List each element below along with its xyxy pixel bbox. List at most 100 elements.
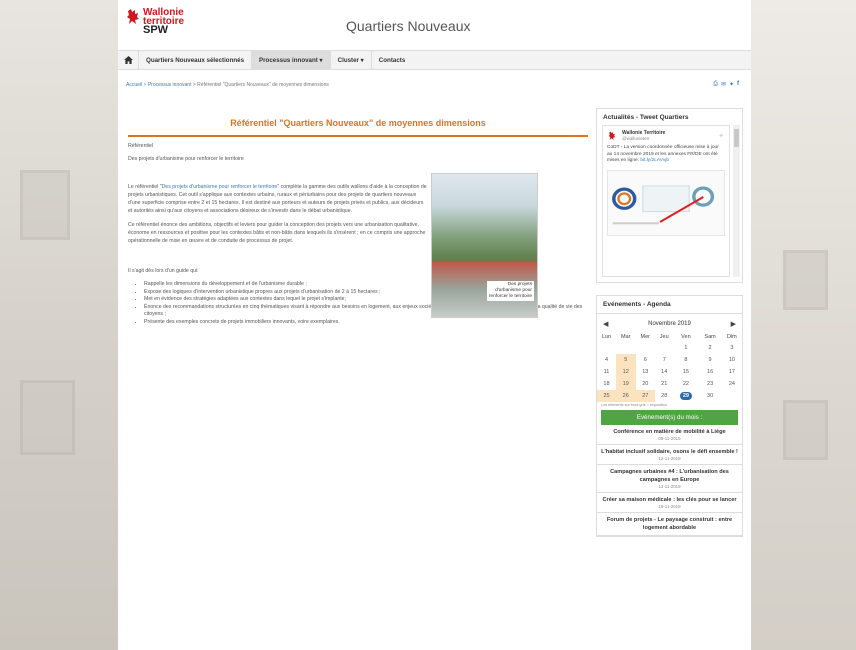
- calendar-day-event[interactable]: 12: [615, 366, 636, 378]
- main-content: Référentiel "Quartiers Nouveaux" de moye…: [128, 108, 588, 326]
- calendar-day[interactable]: 14: [655, 366, 673, 378]
- home-icon[interactable]: [118, 51, 138, 69]
- calendar-day-event[interactable]: 5: [615, 354, 636, 366]
- calendar-day[interactable]: 11: [597, 366, 616, 378]
- event-item[interactable]: Créer sa maison médicale : les clés pour…: [597, 493, 742, 513]
- tweet-handle[interactable]: @wallonieterr: [622, 136, 665, 141]
- event-name[interactable]: Conférence en matière de mobilité à Lièg…: [599, 428, 740, 436]
- site-container: Wallonie territoire SPW Quartiers Nouvea…: [118, 0, 751, 650]
- logo-line-3: SPW: [143, 24, 169, 36]
- event-item[interactable]: Forum de projets - Le paysage construit …: [597, 513, 742, 536]
- calendar-day-event[interactable]: 27: [635, 390, 656, 402]
- background-window: [783, 400, 828, 460]
- weekday-label: Lun: [601, 334, 612, 340]
- breadcrumb-parent[interactable]: Processus innovant: [148, 82, 192, 88]
- calendar-day[interactable]: 6: [636, 354, 656, 366]
- tweet-text: CoDT - La version coordonnée officieuse …: [607, 145, 719, 163]
- calendar-day[interactable]: 30: [698, 390, 721, 402]
- event-date: 12-11-2019: [658, 456, 681, 461]
- calendar-day[interactable]: 20: [636, 378, 656, 390]
- calendar-day[interactable]: 8: [673, 354, 698, 366]
- calendar-day[interactable]: 24: [722, 378, 742, 390]
- weekday-label: Mar: [620, 334, 631, 340]
- calendar-day-event[interactable]: 26: [615, 390, 636, 402]
- nav-contacts[interactable]: Contacts: [370, 51, 412, 69]
- calendar-day[interactable]: 16: [698, 366, 721, 378]
- calendar-day-event[interactable]: 19: [615, 378, 636, 390]
- tweets-scrollbar[interactable]: [733, 125, 740, 277]
- breadcrumb-home[interactable]: Accueil: [126, 82, 142, 88]
- event-name[interactable]: Créer sa maison médicale : les clés pour…: [599, 496, 740, 504]
- event-name[interactable]: L'habitat inclusif solidaire, osons le d…: [599, 448, 740, 456]
- calendar-day: [722, 390, 742, 402]
- agenda-title: Evénements - Agenda: [597, 296, 742, 314]
- nav-quartiers-selectionnes[interactable]: Quartiers Nouveaux sélectionnés: [138, 51, 251, 69]
- event-item[interactable]: Conférence en matière de mobilité à Lièg…: [597, 425, 742, 445]
- email-icon[interactable]: ✉: [721, 81, 726, 88]
- calendar-day-event[interactable]: 25: [597, 390, 616, 402]
- calendar-day[interactable]: 17: [722, 366, 742, 378]
- calendar-day: [597, 342, 616, 354]
- tweet-image[interactable]: [607, 169, 725, 236]
- weekday-label: Jeu: [659, 334, 669, 340]
- calendar-day[interactable]: 13: [636, 366, 656, 378]
- tweet-card[interactable]: Wallonie Territoire @wallonieterr ✦ CoDT…: [602, 125, 730, 277]
- twitter-icon[interactable]: ✦: [729, 81, 734, 88]
- article-subtitle: Des projets d'urbanisme pour renforcer l…: [128, 156, 244, 162]
- background-left: [0, 0, 118, 650]
- event-name[interactable]: Forum de projets - Le paysage construit …: [599, 516, 740, 532]
- referentiel-link[interactable]: Des projets d'urbanisme pour renforcer l…: [162, 184, 278, 190]
- weekday-label: Sam: [704, 334, 716, 340]
- calendar-day[interactable]: 2: [698, 342, 721, 354]
- tweet-avatar-icon: [607, 131, 617, 141]
- event-date: 19-11-2019: [658, 504, 681, 509]
- weekday-label: Dim: [726, 334, 737, 340]
- next-month-icon[interactable]: ▶: [731, 320, 736, 328]
- calendar-month: Novembre 2019: [648, 321, 691, 327]
- calendar-day[interactable]: 21: [655, 378, 673, 390]
- article-paragraph-2: Ce référentiel énonce des ambitions, obj…: [128, 222, 426, 244]
- calendar-day-today[interactable]: 29: [673, 390, 698, 402]
- article-category: Référentiel: [128, 143, 154, 149]
- event-date: 05-11-2019: [658, 436, 681, 441]
- print-icon[interactable]: ⎙: [713, 81, 718, 88]
- facebook-icon[interactable]: f: [737, 81, 739, 88]
- calendar-day: [655, 342, 673, 354]
- event-item[interactable]: Campagnes urbaines #4 : L'urbanisation d…: [597, 465, 742, 493]
- calendar-day[interactable]: 3: [722, 342, 742, 354]
- twitter-bird-icon: ✦: [718, 133, 724, 140]
- calendar-day[interactable]: 1: [673, 342, 698, 354]
- tweets-title: Actualités - Tweet Quartiers: [603, 114, 689, 121]
- calendar-day[interactable]: 10: [722, 354, 742, 366]
- calendar-day[interactable]: 18: [597, 378, 616, 390]
- nav-processus-innovant[interactable]: Processus innovant ▾: [251, 51, 330, 69]
- article-body: Le référentiel "Des projets d'urbanisme …: [128, 173, 588, 318]
- calendar-day[interactable]: 7: [655, 354, 673, 366]
- background-window: [783, 250, 828, 310]
- sidebar: Actualités - Tweet Quartiers Wallonie Te…: [596, 108, 743, 537]
- event-name[interactable]: Campagnes urbaines #4 : L'urbanisation d…: [599, 468, 740, 484]
- calendar-day[interactable]: 4: [597, 354, 616, 366]
- tweet-link[interactable]: bit.ly/2LAVvjb: [640, 158, 669, 163]
- logo[interactable]: Wallonie territoire SPW: [126, 8, 184, 36]
- calendar-day[interactable]: 28: [655, 390, 673, 402]
- background-window: [20, 170, 70, 240]
- event-item[interactable]: L'habitat inclusif solidaire, osons le d…: [597, 445, 742, 465]
- guide-cover-image[interactable]: Des projets d'urbanisme pour renforcer l…: [431, 173, 538, 318]
- weekday-label: Mer: [640, 334, 651, 340]
- breadcrumb: Accueil > Processus innovant > Référenti…: [126, 82, 329, 88]
- share-tools: ⎙ ✉ ✦ f: [713, 81, 739, 88]
- breadcrumb-current: Référentiel "Quartiers Nouveaux" de moye…: [197, 82, 329, 88]
- calendar-day[interactable]: 22: [673, 378, 698, 390]
- calendar-day[interactable]: 23: [698, 378, 721, 390]
- previous-month-icon[interactable]: ◀: [603, 320, 608, 328]
- header: Wallonie territoire SPW Quartiers Nouvea…: [118, 0, 751, 50]
- calendar-day[interactable]: 9: [698, 354, 721, 366]
- calendar-day[interactable]: 15: [673, 366, 698, 378]
- events-of-month-header: Evénement(s) du mois :: [601, 410, 738, 425]
- nav-cluster[interactable]: Cluster ▾: [329, 51, 371, 69]
- agenda-panel: Evénements - Agenda ◀ Novembre 2019 ▶ Lu…: [596, 295, 743, 537]
- background-right: [738, 0, 856, 650]
- site-title: Quartiers Nouveaux: [346, 18, 471, 34]
- scrollbar-thumb[interactable]: [734, 129, 739, 147]
